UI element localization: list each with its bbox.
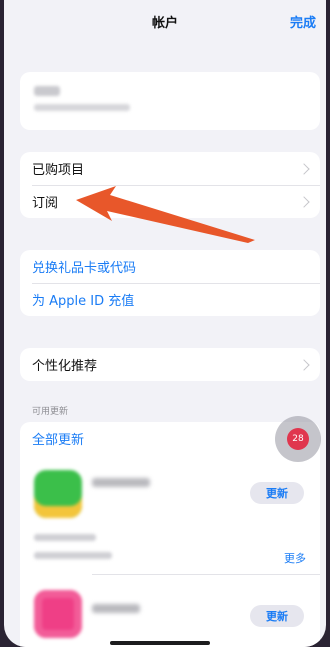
divider [92,574,320,575]
update-button-1[interactable]: 更新 [250,482,304,504]
update-all-label: 全部更新 [32,433,85,448]
release-notes-blurred-1 [34,534,96,541]
chevron-right-icon [298,195,310,208]
purchased-items-row[interactable]: 已购项目 [20,152,320,185]
add-funds-link[interactable]: 为 Apple ID 充值 [20,283,320,316]
account-screen: 帐户 完成 已购项目 订阅 兑换礼品卡或代码 为 Apple ID 充值 个性化… [4,0,326,647]
chevron-right-icon [298,162,310,175]
updates-card: 全部更新 更新 更多 更新 [20,422,320,647]
app-icon-2[interactable] [34,590,82,638]
app-name-blurred-2 [92,604,140,613]
redeem-card: 兑换礼品卡或代码 为 Apple ID 充值 [20,250,320,316]
purchases-card: 已购项目 订阅 [20,152,320,218]
purchased-items-label: 已购项目 [32,163,85,178]
page-title: 帐户 [151,16,178,31]
personalization-card: 个性化推荐 [20,348,320,381]
more-link[interactable]: 更多 [284,550,306,566]
available-updates-header: 可用更新 [32,407,69,417]
personalized-recommendations-label: 个性化推荐 [32,359,98,374]
app-name-blurred-1 [92,478,150,487]
redeem-gift-card-link[interactable]: 兑换礼品卡或代码 [20,250,320,283]
update-button-2[interactable]: 更新 [250,605,304,627]
profile-card[interactable] [20,72,320,130]
redeem-gift-card-label: 兑换礼品卡或代码 [32,261,137,276]
assistive-touch-button[interactable]: 28 [275,416,321,462]
personalized-recommendations-row[interactable]: 个性化推荐 [20,348,320,381]
release-notes-blurred-2 [34,552,112,559]
chevron-right-icon [298,358,310,371]
app-icon-1[interactable] [34,470,82,518]
profile-email-blurred [34,104,130,111]
notification-badge: 28 [287,428,309,450]
subscriptions-row[interactable]: 订阅 [20,185,320,218]
add-funds-label: 为 Apple ID 充值 [32,294,135,309]
subscriptions-label: 订阅 [32,196,59,211]
home-indicator [110,641,210,645]
profile-name-blurred [34,86,60,96]
done-button[interactable]: 完成 [290,12,316,31]
